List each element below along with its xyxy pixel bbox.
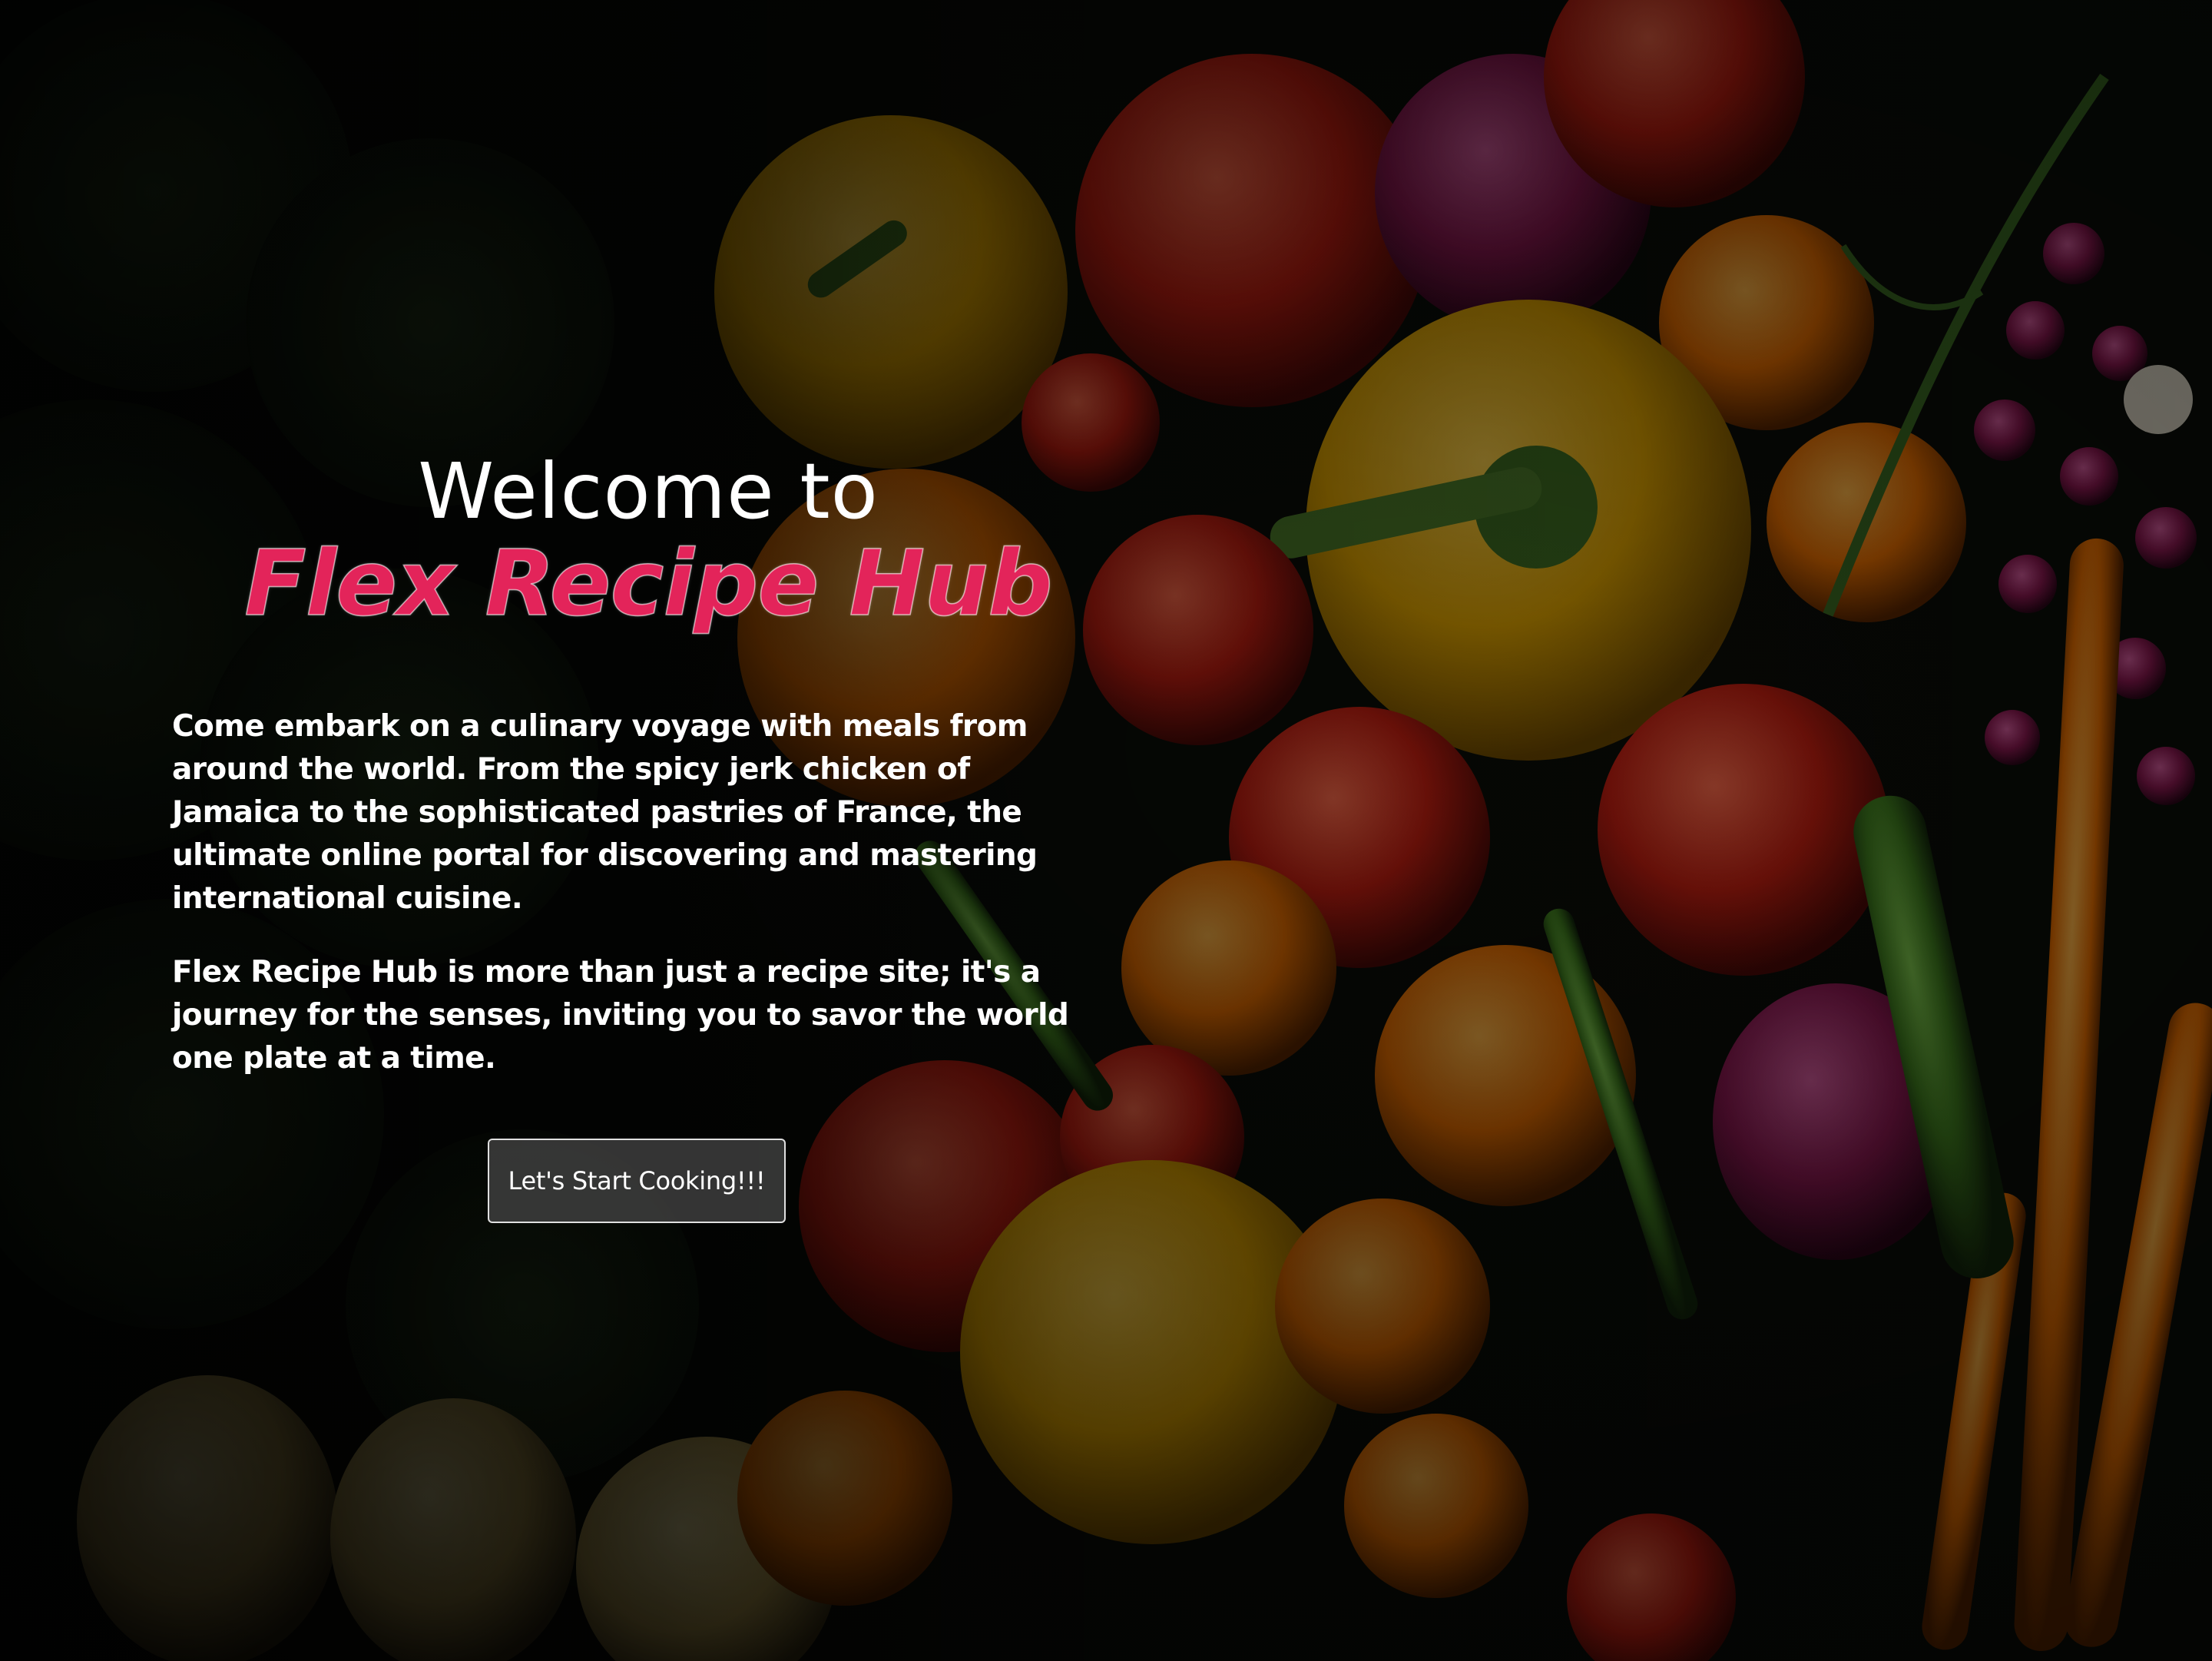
start-cooking-button[interactable]: Let's Start Cooking!!!: [488, 1139, 786, 1223]
cta-container: Let's Start Cooking!!!: [172, 1139, 1078, 1223]
intro-paragraph: Come embark on a culinary voyage with me…: [172, 709, 1038, 916]
brand-title: Flex Recipe Hub: [244, 530, 1054, 636]
welcome-heading: Welcome to: [418, 446, 879, 536]
hero-content: Welcome to Flex Recipe Hub Come embark o…: [172, 446, 1078, 1223]
tagline-paragraph: Flex Recipe Hub is more than just a reci…: [172, 955, 1069, 1076]
hero-section: Welcome to Flex Recipe Hub Come embark o…: [0, 0, 2212, 1661]
